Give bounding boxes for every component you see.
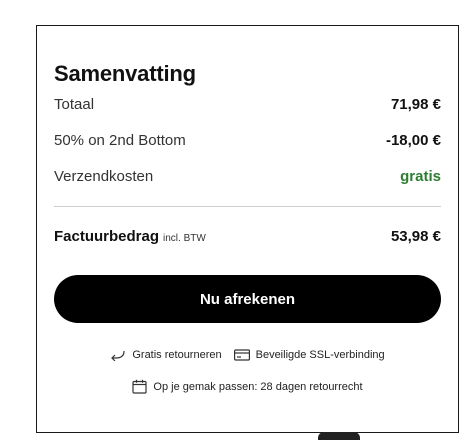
feature-ssl-label: Beveiligde SSL-verbinding [255, 349, 385, 361]
shipping-label: Verzendkosten [54, 168, 154, 185]
subtotal-row: Totaal 71,98 € [54, 96, 441, 113]
total-label-text: Factuurbedrag [54, 228, 160, 245]
shipping-row: Verzendkosten gratis [54, 168, 441, 185]
return-arrow-icon [110, 349, 126, 361]
subtotal-value: 71,98 € [390, 96, 441, 113]
vat-note: incl. BTW [163, 233, 206, 244]
feature-free-returns-label: Gratis retourneren [132, 349, 222, 361]
total-value: 53,98 € [390, 228, 441, 245]
summary-title: Samenvatting [54, 61, 196, 86]
total-label: Factuurbedrag incl. BTW [54, 228, 206, 245]
total-row: Factuurbedrag incl. BTW 53,98 € [54, 228, 441, 245]
discount-value: -18,00 € [385, 132, 441, 149]
calendar-icon [132, 379, 148, 394]
feature-ssl: Beveiligde SSL-verbinding [233, 349, 385, 361]
shipping-value: gratis [400, 168, 441, 185]
checkout-button[interactable]: Nu afrekenen [54, 275, 441, 323]
card-icon [233, 349, 250, 361]
subtotal-label: Totaal [54, 96, 95, 113]
feature-fitting-label: Op je gemak passen: 28 dagen retourrecht [153, 380, 363, 393]
divider [54, 206, 441, 207]
feature-fitting: Op je gemak passen: 28 dagen retourrecht [132, 379, 363, 394]
bottom-tab[interactable] [318, 432, 360, 440]
discount-label: 50% on 2nd Bottom [54, 132, 186, 149]
feature-free-returns: Gratis retourneren [110, 349, 222, 361]
discount-row: 50% on 2nd Bottom -18,00 € [54, 132, 441, 149]
order-summary-card: Samenvatting Totaal 71,98 € 50% on 2nd B… [36, 25, 459, 433]
features-row: Gratis retourneren Beveiligde SSL-verbin… [37, 349, 458, 361]
features-row-2: Op je gemak passen: 28 dagen retourrecht [37, 379, 458, 394]
